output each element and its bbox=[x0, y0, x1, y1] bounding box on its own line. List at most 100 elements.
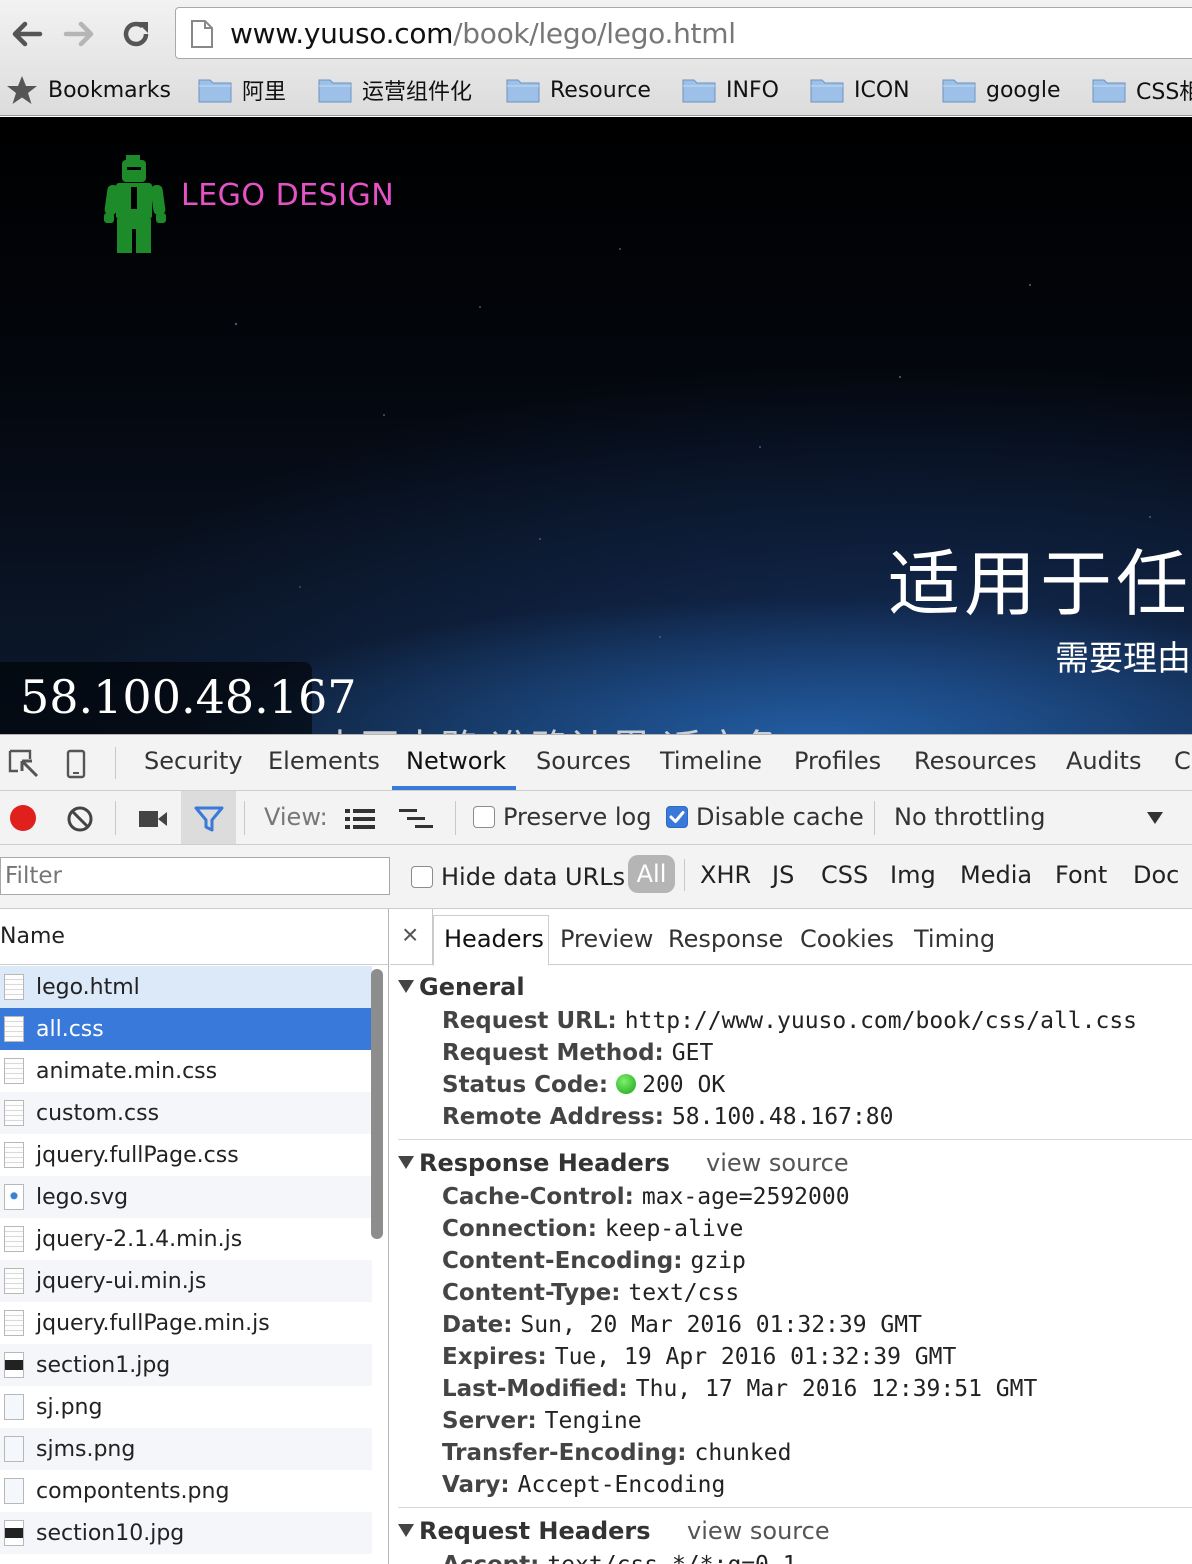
url-text: www.yuuso.com/book/lego/lego.html bbox=[230, 17, 736, 50]
type-filter-xhr[interactable]: XHR bbox=[700, 861, 751, 889]
header-key: Vary: bbox=[442, 1472, 510, 1498]
type-filter-js[interactable]: JS bbox=[772, 861, 794, 889]
waterfall-view-icon[interactable] bbox=[399, 808, 433, 830]
type-filter-all[interactable]: All bbox=[628, 855, 675, 893]
request-row[interactable]: sjms.png bbox=[0, 1428, 372, 1470]
brand-title[interactable]: LEGO DESIGN bbox=[181, 178, 394, 213]
request-row[interactable]: sj.png bbox=[0, 1386, 372, 1428]
type-filter-doc[interactable]: Doc bbox=[1133, 861, 1179, 889]
bookmark-label: Bookmarks bbox=[48, 77, 171, 103]
request-row[interactable]: jquery.fullPage.css bbox=[0, 1134, 372, 1176]
request-row[interactable]: custom.css bbox=[0, 1092, 372, 1134]
header-value: chunked bbox=[694, 1440, 792, 1466]
header-key: Remote Address: bbox=[442, 1104, 664, 1130]
filter-toggle-button[interactable] bbox=[181, 791, 236, 844]
section-divider bbox=[398, 1139, 1192, 1140]
bookmark-bookmarks[interactable]: Bookmarks bbox=[6, 74, 171, 106]
request-row[interactable]: section10.jpg bbox=[0, 1512, 372, 1554]
devtools-tabbar: Security Elements Network Sources Timeli… bbox=[0, 735, 1192, 791]
bookmark-folder-info[interactable]: INFO bbox=[682, 74, 779, 106]
filter-input[interactable] bbox=[0, 857, 390, 895]
toolbar-divider bbox=[684, 859, 685, 891]
tab-headers[interactable]: Headers bbox=[444, 925, 544, 953]
header-value: http://www.yuuso.com/book/css/all.css bbox=[624, 1008, 1138, 1034]
details-tabbar: × Headers Preview Response Cookies Timin… bbox=[390, 909, 1192, 966]
clear-icon[interactable] bbox=[66, 805, 94, 833]
request-row[interactable]: lego.svg bbox=[0, 1176, 372, 1218]
request-name: all.css bbox=[36, 1017, 104, 1042]
request-name: custom.css bbox=[36, 1101, 160, 1126]
request-headers-toggle[interactable]: Request Headers bbox=[398, 1517, 651, 1545]
close-details-button[interactable]: × bbox=[402, 919, 418, 951]
response-header-row: Server: Tengine bbox=[442, 1407, 642, 1434]
tab-network[interactable]: Network bbox=[406, 747, 506, 775]
request-row[interactable]: all.css bbox=[0, 1008, 372, 1050]
screenshot-video-icon[interactable] bbox=[138, 809, 168, 829]
tab-resources[interactable]: Resources bbox=[914, 747, 1037, 775]
tab-cookies[interactable]: Cookies bbox=[800, 925, 894, 953]
device-mode-icon[interactable] bbox=[66, 749, 86, 779]
bookmark-folder-google[interactable]: google bbox=[942, 74, 1061, 106]
request-row[interactable]: jquery.fullPage.min.js bbox=[0, 1302, 372, 1344]
tab-response[interactable]: Response bbox=[668, 925, 783, 953]
preserve-log-checkbox[interactable] bbox=[473, 806, 495, 828]
address-bar[interactable]: www.yuuso.com/book/lego/lego.html bbox=[175, 7, 1192, 59]
type-filter-media[interactable]: Media bbox=[960, 861, 1032, 889]
request-view-source-link[interactable]: view source bbox=[687, 1517, 830, 1545]
request-row[interactable]: jquery-2.1.4.min.js bbox=[0, 1218, 372, 1260]
bookmark-folder-ali[interactable]: 阿里 bbox=[198, 74, 286, 106]
disable-cache-label[interactable]: Disable cache bbox=[696, 803, 864, 831]
image-file-icon bbox=[4, 1352, 24, 1378]
request-row[interactable]: jquery-ui.min.js bbox=[0, 1260, 372, 1302]
list-scrollbar[interactable] bbox=[371, 969, 383, 1239]
request-list: Name lego.html all.css animate.min.css cust… bbox=[0, 909, 389, 1564]
hide-data-urls-checkbox[interactable] bbox=[411, 866, 433, 888]
response-headers-toggle[interactable]: Response Headers bbox=[398, 1149, 670, 1177]
tab-sources[interactable]: Sources bbox=[536, 747, 631, 775]
record-button[interactable] bbox=[10, 805, 36, 831]
type-filter-css[interactable]: CSS bbox=[821, 861, 868, 889]
throttling-select[interactable]: No throttling bbox=[880, 791, 1192, 845]
request-name: animate.min.css bbox=[36, 1059, 218, 1084]
inspect-element-icon[interactable] bbox=[8, 749, 40, 779]
list-view-icon[interactable] bbox=[345, 808, 375, 830]
bookmark-folder-yunying[interactable]: 运营组件化 bbox=[318, 74, 472, 106]
request-row[interactable]: lego.html bbox=[0, 966, 372, 1008]
general-section-toggle[interactable]: General bbox=[398, 973, 525, 1001]
back-button[interactable] bbox=[6, 14, 46, 54]
tab-elements[interactable]: Elements bbox=[268, 747, 380, 775]
reload-button[interactable] bbox=[116, 14, 156, 54]
request-row[interactable]: section1.jpg bbox=[0, 1344, 372, 1386]
expand-triangle-icon bbox=[398, 1156, 414, 1169]
tab-console[interactable]: C bbox=[1174, 747, 1191, 775]
header-key: Connection: bbox=[442, 1216, 597, 1242]
response-view-source-link[interactable]: view source bbox=[706, 1149, 849, 1177]
forward-button[interactable] bbox=[60, 14, 100, 54]
folder-icon bbox=[942, 79, 976, 103]
folder-icon bbox=[506, 79, 540, 103]
star-field bbox=[124, 206, 1151, 638]
bookmark-folder-css[interactable]: CSS相 bbox=[1092, 74, 1192, 106]
tab-audits[interactable]: Audits bbox=[1066, 747, 1141, 775]
request-row[interactable]: animate.min.css bbox=[0, 1050, 372, 1092]
tab-security[interactable]: Security bbox=[144, 747, 243, 775]
disable-cache-checkbox[interactable] bbox=[666, 806, 688, 828]
tab-profiles[interactable]: Profiles bbox=[794, 747, 881, 775]
tab-timeline[interactable]: Timeline bbox=[660, 747, 762, 775]
header-key: Expires: bbox=[442, 1344, 547, 1370]
request-details: × Headers Preview Response Cookies Timin… bbox=[390, 909, 1192, 1564]
tab-preview[interactable]: Preview bbox=[560, 925, 653, 953]
type-filter-img[interactable]: Img bbox=[890, 861, 936, 889]
request-name: jquery-2.1.4.min.js bbox=[36, 1227, 243, 1252]
header-value: max-age=2592000 bbox=[641, 1184, 850, 1210]
request-row[interactable]: compontents.png bbox=[0, 1470, 372, 1512]
bookmark-folder-resource[interactable]: Resource bbox=[506, 74, 651, 106]
hide-data-urls-label[interactable]: Hide data URLs bbox=[441, 863, 625, 891]
type-filter-font[interactable]: Font bbox=[1055, 861, 1107, 889]
column-header-name[interactable]: Name bbox=[0, 909, 388, 965]
response-header-row: Expires: Tue, 19 Apr 2016 01:32:39 GMT bbox=[442, 1343, 956, 1370]
bookmark-folder-icon[interactable]: ICON bbox=[810, 74, 910, 106]
document-file-icon bbox=[4, 1016, 24, 1042]
preserve-log-label[interactable]: Preserve log bbox=[503, 803, 651, 831]
tab-timing[interactable]: Timing bbox=[914, 925, 995, 953]
